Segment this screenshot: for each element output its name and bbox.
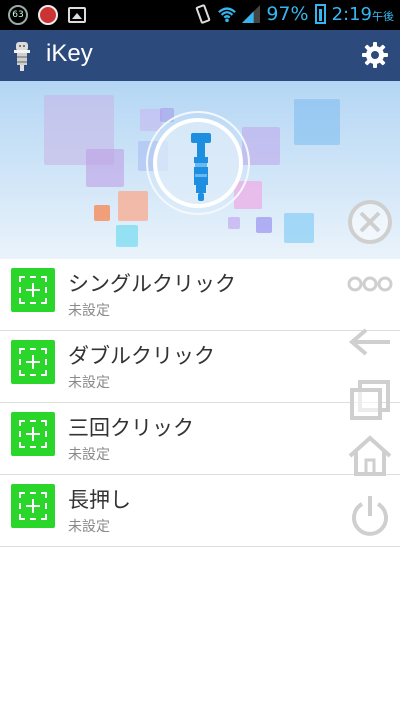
system-icons: 97% 2:19午後 xyxy=(194,3,394,25)
list-item-long-press[interactable]: 長押し 未設定 xyxy=(0,475,400,547)
back-icon[interactable] xyxy=(346,320,394,368)
action-list: シングルクリック 未設定 ダブルクリック 未設定 三回クリック 未設定 長押し … xyxy=(0,259,400,547)
action-status: 未設定 xyxy=(68,375,110,391)
vibrate-icon xyxy=(196,4,211,24)
action-status: 未設定 xyxy=(68,447,110,463)
battery-icon xyxy=(314,4,326,24)
app-bar: iKey xyxy=(0,30,400,81)
list-item-single-click[interactable]: シングルクリック 未設定 xyxy=(0,259,400,331)
ikey-app-icon xyxy=(14,42,30,71)
mic-tile-icon xyxy=(86,149,124,187)
battery-percentage: 97% xyxy=(266,3,309,25)
home-tile-icon xyxy=(256,217,272,233)
app-title: iKey xyxy=(46,40,93,67)
notification-icons: 63 xyxy=(8,5,86,25)
more-icon[interactable] xyxy=(346,262,394,310)
action-title: シングルクリック xyxy=(68,272,236,296)
home-icon[interactable] xyxy=(346,432,394,480)
video-tile-icon xyxy=(294,99,340,145)
add-icon[interactable] xyxy=(11,268,55,312)
action-title: 長押し xyxy=(68,488,131,512)
hero-banner xyxy=(0,81,400,259)
action-status: 未設定 xyxy=(68,303,110,319)
action-title: ダブルクリック xyxy=(68,344,215,368)
action-title: 三回クリック xyxy=(68,416,194,440)
small-tile-purple xyxy=(228,217,240,229)
gear-icon[interactable] xyxy=(360,40,390,70)
floating-menu xyxy=(346,198,398,543)
list-item-double-click[interactable]: ダブルクリック 未設定 xyxy=(0,331,400,403)
clock: 2:19午後 xyxy=(331,3,394,25)
add-icon[interactable] xyxy=(11,340,55,384)
power-icon[interactable] xyxy=(346,492,394,540)
image-icon xyxy=(68,7,86,23)
add-icon[interactable] xyxy=(11,484,55,528)
signal-icon xyxy=(242,5,261,23)
tag-tile-icon xyxy=(94,205,110,221)
action-status: 未設定 xyxy=(68,519,110,535)
flashlight-tile-icon xyxy=(118,191,148,221)
chat-tile-icon xyxy=(116,225,138,247)
recent-apps-icon[interactable] xyxy=(346,376,394,424)
alarm-icon xyxy=(38,5,58,25)
notification-badge: 63 xyxy=(8,5,28,25)
headphone-jack-plug-icon xyxy=(191,133,211,201)
car-tile-icon xyxy=(284,213,314,243)
add-icon[interactable] xyxy=(11,412,55,456)
wifi-icon xyxy=(218,7,237,23)
list-item-triple-click[interactable]: 三回クリック 未設定 xyxy=(0,403,400,475)
close-icon[interactable] xyxy=(346,198,394,246)
status-bar: 63 97% 2:19午後 xyxy=(0,0,400,30)
